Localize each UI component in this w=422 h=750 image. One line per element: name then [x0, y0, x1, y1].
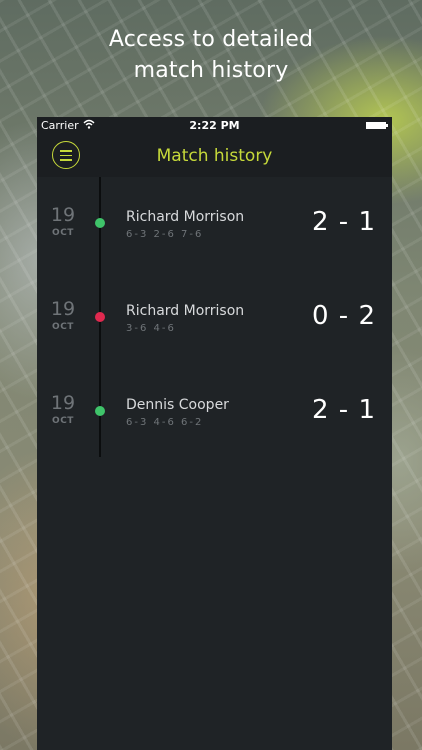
- match-day: 19: [50, 298, 76, 320]
- match-list: 19 OCT Richard Morrison 6-3 2-6 7-6 2 - …: [37, 177, 392, 750]
- match-score: 0 - 2: [312, 301, 376, 331]
- status-bar: Carrier 2:22 PM: [37, 117, 392, 135]
- match-row[interactable]: 19 OCT Dennis Cooper 6-3 4-6 6-2 2 - 1: [37, 365, 392, 459]
- result-dot-loss: [95, 312, 105, 322]
- page-title: Match history: [156, 146, 273, 166]
- set-scores: 3-6 4-6: [126, 323, 176, 334]
- set-scores: 6-3 2-6 7-6: [126, 229, 204, 240]
- set-scores: 6-3 4-6 6-2: [126, 417, 204, 428]
- match-month: OCT: [52, 322, 74, 332]
- match-score: 2 - 1: [312, 207, 376, 237]
- opponent-name: Dennis Cooper: [126, 397, 229, 413]
- match-score: 2 - 1: [312, 395, 376, 425]
- match-month: OCT: [52, 416, 74, 426]
- match-month: OCT: [52, 228, 74, 238]
- opponent-name: Richard Morrison: [126, 209, 245, 225]
- nav-bar: Match history: [37, 135, 392, 177]
- match-row[interactable]: 19 OCT Richard Morrison 3-6 4-6 0 - 2: [37, 271, 392, 365]
- headline-line-1: Access to detailed: [108, 27, 314, 52]
- result-dot-win: [95, 218, 105, 228]
- phone-screen: Carrier 2:22 PM Match history 19 OCT Ric…: [37, 117, 392, 750]
- result-dot-win: [95, 406, 105, 416]
- headline-line-2: match history: [133, 58, 289, 83]
- match-day: 19: [50, 392, 76, 414]
- opponent-name: Richard Morrison: [126, 303, 245, 319]
- status-time: 2:22 PM: [189, 119, 240, 132]
- battery-icon: [366, 122, 388, 129]
- promo-headline: Access to detailed match history: [0, 24, 422, 86]
- match-row[interactable]: 19 OCT Richard Morrison 6-3 2-6 7-6 2 - …: [37, 177, 392, 271]
- match-day: 19: [50, 204, 76, 226]
